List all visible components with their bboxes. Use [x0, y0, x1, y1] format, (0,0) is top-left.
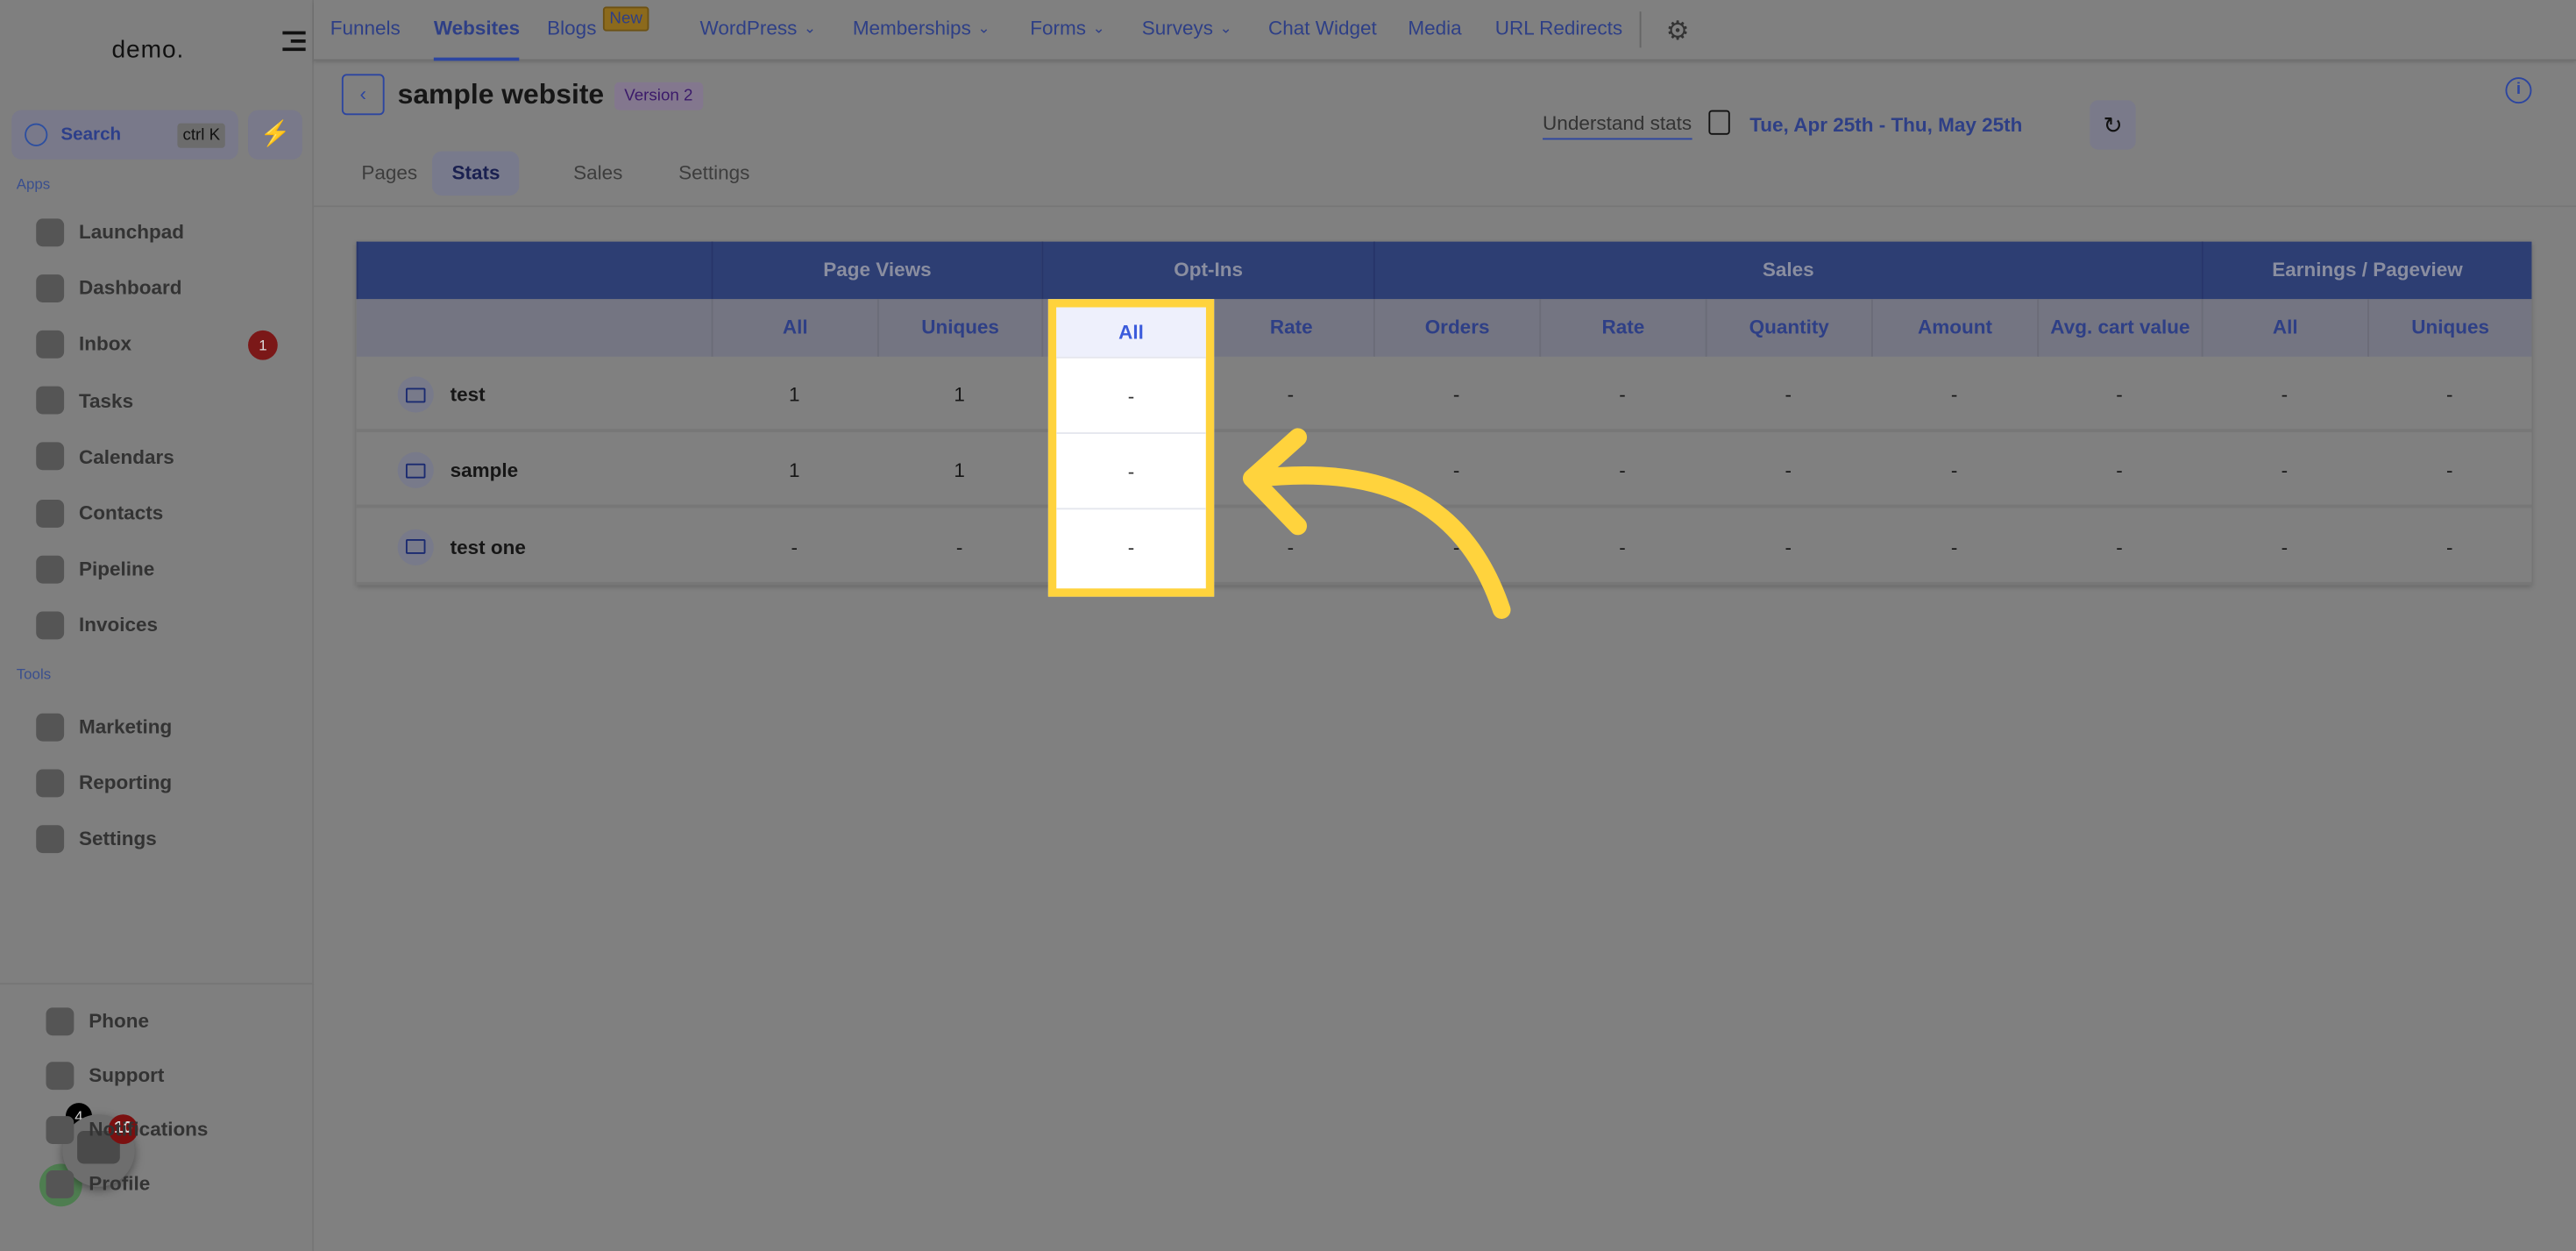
chevron-down-icon: ⌄ — [803, 19, 816, 37]
nav-memberships[interactable]: Memberships ⌄ — [853, 0, 990, 60]
nav-media[interactable]: Media — [1408, 0, 1461, 60]
nav-chat-widget[interactable]: Chat Widget — [1268, 0, 1377, 60]
tab-pages[interactable]: Pages — [342, 152, 437, 196]
nav-label: Websites — [433, 16, 521, 39]
tab-settings[interactable]: Settings — [659, 152, 770, 196]
chevron-down-icon: ⌄ — [1219, 19, 1232, 37]
nav-label: Forms — [1030, 16, 1086, 39]
nav-label: Chat Widget — [1268, 16, 1377, 39]
nav-label: URL Redirects — [1494, 16, 1623, 39]
nav-label: Memberships — [852, 16, 971, 39]
nav-url-redirects[interactable]: URL Redirects — [1495, 0, 1622, 60]
nav-label: Blogs — [547, 16, 597, 39]
tab-sales[interactable]: Sales — [554, 152, 642, 196]
nav-label: WordPress — [699, 16, 798, 39]
nav-forms[interactable]: Forms ⌄ — [1030, 0, 1104, 60]
chevron-down-icon: ⌄ — [977, 19, 990, 37]
nav-label: Media — [1408, 16, 1462, 39]
nav-websites[interactable]: Websites — [433, 0, 521, 61]
tab-stats[interactable]: Stats — [431, 151, 520, 196]
nav-wordpress[interactable]: WordPress ⌄ — [699, 0, 815, 60]
nav-funnels[interactable]: Funnels — [330, 0, 401, 60]
nav-label: Funnels — [330, 16, 401, 39]
nav-blogs[interactable]: Blogs — [547, 0, 596, 60]
chevron-down-icon: ⌄ — [1092, 19, 1105, 37]
nav-label: Surveys — [1141, 16, 1213, 39]
nav-surveys[interactable]: Surveys ⌄ — [1142, 0, 1232, 60]
